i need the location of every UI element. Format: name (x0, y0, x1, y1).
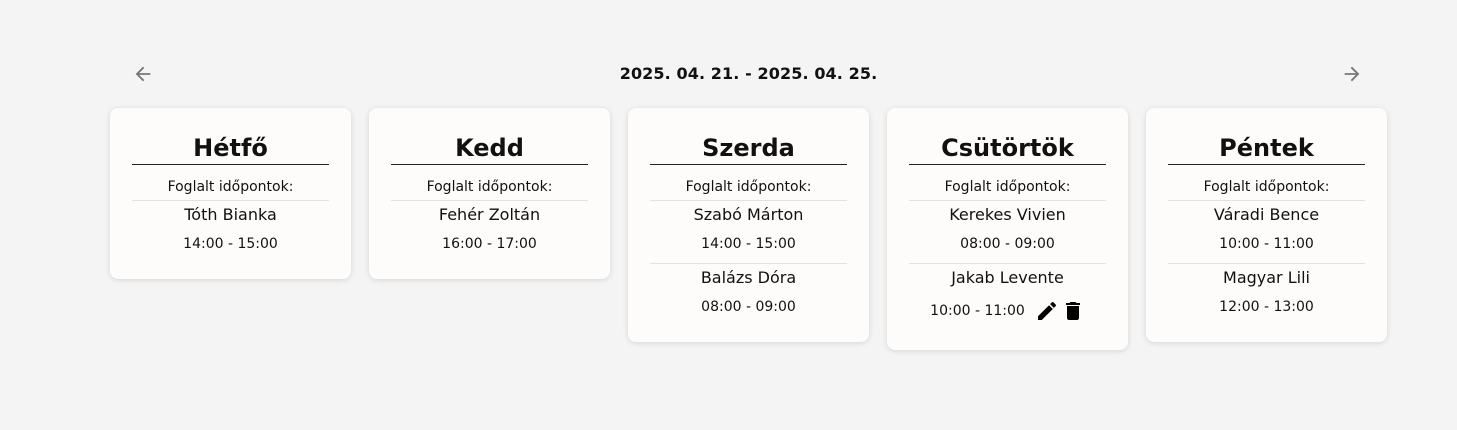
day-title: Kedd (391, 132, 588, 165)
appointment-name: Fehér Zoltán (438, 205, 541, 224)
edit-button[interactable] (1035, 299, 1059, 323)
week-range-title: 2025. 04. 21. - 2025. 04. 25. (619, 64, 878, 83)
appointment-time: 14:00 - 15:00 (183, 236, 278, 252)
appointment-item[interactable]: Szabó Márton 14:00 - 15:00 (650, 201, 847, 263)
appointment-time: 12:00 - 13:00 (1219, 299, 1314, 315)
appointment-item[interactable]: Váradi Bence 10:00 - 11:00 (1168, 201, 1365, 263)
booked-label: Foglalt időpontok: (650, 165, 847, 201)
day-title: Szerda (650, 132, 847, 165)
appointment-name: Magyar Lili (1223, 268, 1310, 287)
appointment-time: 08:00 - 09:00 (701, 299, 796, 315)
appointment-time: 14:00 - 15:00 (701, 236, 796, 252)
appointment-item[interactable]: Balázs Dóra 08:00 - 09:00 (650, 263, 847, 326)
appointment-item[interactable]: Magyar Lili 12:00 - 13:00 (1168, 263, 1365, 326)
appointment-time: 16:00 - 17:00 (442, 236, 537, 252)
day-title: Hétfő (132, 132, 329, 165)
appointment-name: Balázs Dóra (700, 268, 797, 287)
day-card-monday: Hétfő Foglalt időpontok: Tóth Bianka 14:… (110, 108, 351, 279)
appointment-item[interactable]: Jakab Levente 10:00 - 11:00 (909, 263, 1106, 334)
booked-label: Foglalt időpontok: (391, 165, 588, 201)
day-card-tuesday: Kedd Foglalt időpontok: Fehér Zoltán 16:… (369, 108, 610, 279)
day-card-wednesday: Szerda Foglalt időpontok: Szabó Márton 1… (628, 108, 869, 342)
appointment-name: Kerekes Vivien (949, 205, 1066, 224)
appointment-time: 10:00 - 11:00 (930, 303, 1025, 319)
day-title: Csütörtök (909, 132, 1106, 165)
booked-label: Foglalt időpontok: (1168, 165, 1365, 201)
day-card-thursday: Csütörtök Foglalt időpontok: Kerekes Viv… (887, 108, 1128, 350)
booked-label: Foglalt időpontok: (909, 165, 1106, 201)
day-title: Péntek (1168, 132, 1365, 165)
appointment-time: 08:00 - 09:00 (960, 236, 1055, 252)
delete-icon (1065, 302, 1080, 320)
day-card-friday: Péntek Foglalt időpontok: Váradi Bence 1… (1146, 108, 1387, 342)
booked-label: Foglalt időpontok: (132, 165, 329, 201)
appointment-item[interactable]: Tóth Bianka 14:00 - 15:00 (132, 201, 329, 263)
appointment-name: Tóth Bianka (184, 205, 277, 224)
appointment-item[interactable]: Kerekes Vivien 08:00 - 09:00 (909, 201, 1106, 263)
delete-button[interactable] (1061, 299, 1085, 323)
appointment-name: Váradi Bence (1213, 205, 1320, 224)
edit-icon (1037, 301, 1056, 320)
week-days: Hétfő Foglalt időpontok: Tóth Bianka 14:… (110, 108, 1387, 350)
appointment-name: Jakab Levente (951, 268, 1064, 287)
appointment-actions (1035, 299, 1085, 323)
appointment-time: 10:00 - 11:00 (1219, 236, 1314, 252)
arrow-right-icon (1344, 66, 1360, 82)
next-week-button[interactable] (1340, 62, 1364, 86)
appointment-name: Szabó Márton (693, 205, 804, 224)
appointment-item[interactable]: Fehér Zoltán 16:00 - 17:00 (391, 201, 588, 263)
